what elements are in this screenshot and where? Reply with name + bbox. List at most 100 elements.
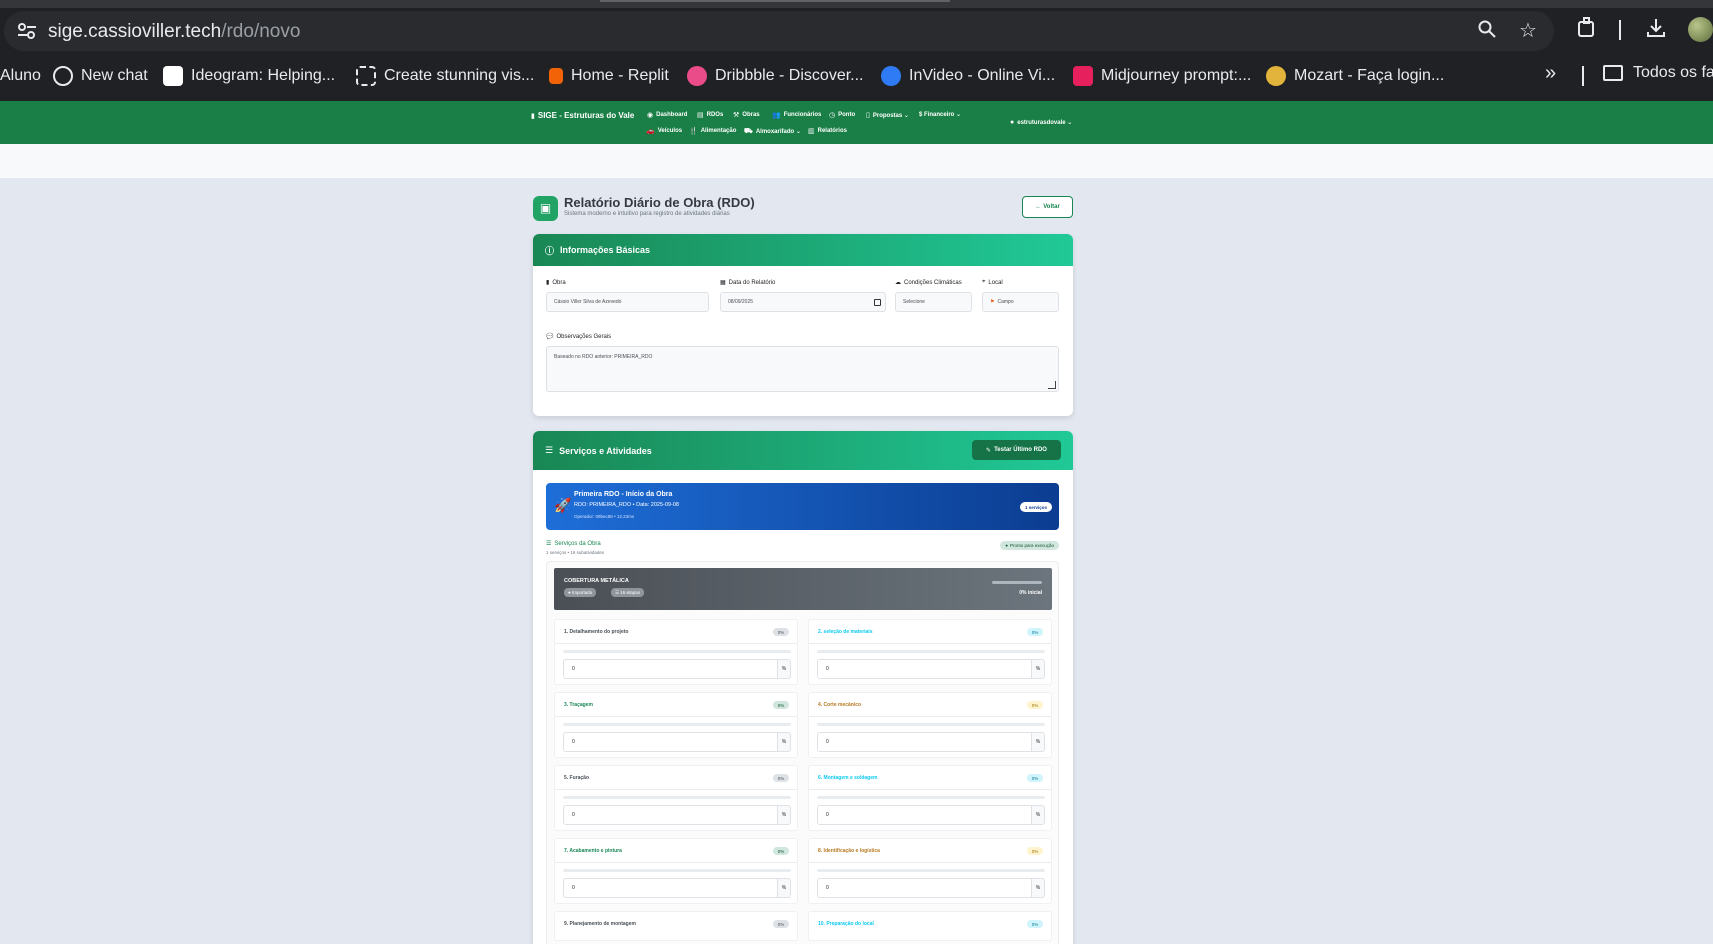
extensions-icon[interactable] xyxy=(1574,17,1600,43)
subactivity-pct-input[interactable]: 0 xyxy=(563,805,778,825)
nav-obras[interactable]: ⚒ Obras xyxy=(733,111,760,119)
obra-select[interactable]: Cássio Viller Silva de Azevedo xyxy=(546,292,709,312)
subactivity-progress-bar xyxy=(817,723,1045,726)
nav-propostas[interactable]: ▯ Propostas ⌄ xyxy=(866,111,909,119)
nav-ponto[interactable]: ◷ Ponto xyxy=(829,111,855,119)
percent-suffix: % xyxy=(777,659,791,679)
dashboard-icon: ◉ xyxy=(647,112,654,119)
tag-text: Importado xyxy=(571,590,593,595)
bookmark-invideo[interactable]: InVideo - Online Vi... xyxy=(881,64,1055,88)
service-header[interactable]: COBERTURA METÁLICA ● Importado ☰ 16 etap… xyxy=(554,568,1052,610)
pencil-icon: ✎ xyxy=(986,447,992,454)
folder-label: Todos os fav xyxy=(1633,64,1713,81)
bookmark-ideogram[interactable]: Ideogram: Helping... xyxy=(163,64,335,88)
subactivity-name: 3. Traçagem xyxy=(564,702,593,708)
divider xyxy=(809,862,1051,863)
date-input[interactable]: 08/09/2025 xyxy=(720,292,886,312)
zoom-icon[interactable] xyxy=(1475,19,1499,43)
ideogram-icon xyxy=(163,66,183,86)
bookmark-create-stunning[interactable]: Create stunning vis... xyxy=(356,64,534,88)
site-icon: ⚑ xyxy=(990,299,995,305)
clipboard-icon: ▣ xyxy=(533,196,558,221)
subactivity-card: 5. Furação 0% 0% xyxy=(554,765,798,831)
list-icon: ☰ xyxy=(545,445,554,455)
subactivity-pct-input[interactable]: 0 xyxy=(563,659,778,679)
weather-select[interactable]: Selecione xyxy=(895,292,972,312)
subactivity-card: 3. Traçagem 0% 0% xyxy=(554,692,798,758)
nav-financeiro[interactable]: $ Financeiro ⌄ xyxy=(919,111,961,118)
subactivity-name: 5. Furação xyxy=(564,775,590,781)
midjourney-icon xyxy=(1073,66,1093,86)
local-select[interactable]: ⚑ Campo xyxy=(982,292,1059,312)
nav-user-menu[interactable]: ● estruturasdovale ⌄ xyxy=(1010,119,1072,126)
divider xyxy=(809,643,1051,644)
bookmark-label: Mozart - Faça login... xyxy=(1294,67,1445,84)
nav-label: Relatórios xyxy=(817,128,847,134)
address-bar[interactable]: sige.cassioviller.tech/rdo/novo ☆ xyxy=(4,11,1554,51)
utensils-icon: 🍴 xyxy=(689,128,698,135)
nav-almoxarifado[interactable]: ⛟ Almoxarifado ⌄ xyxy=(744,127,801,136)
subactivity-pct-input[interactable]: 0 xyxy=(817,659,1032,679)
nav-veiculos[interactable]: 🚗 Veículos xyxy=(646,127,682,135)
subactivity-progress-bar xyxy=(817,650,1045,653)
back-button[interactable]: ← Voltar xyxy=(1022,196,1073,218)
invideo-icon xyxy=(881,66,901,86)
local-label: ⌖ Local xyxy=(982,279,1003,286)
button-label: Testar Último RDO xyxy=(994,447,1047,453)
site-settings-icon[interactable] xyxy=(16,21,38,41)
previous-rdo-banner: 🚀 Primeira RDO - Início da Obra RDO: PRI… xyxy=(546,483,1059,530)
nav-rdos[interactable]: ▤ RDOs xyxy=(697,111,723,119)
subactivity-pct-input[interactable]: 0 xyxy=(563,732,778,752)
subactivity-progress-bar xyxy=(817,796,1045,799)
bookmark-new-chat[interactable]: New chat xyxy=(53,64,148,88)
more-bookmarks-icon[interactable]: » xyxy=(1545,62,1556,85)
bookmark-label: New chat xyxy=(81,67,148,84)
services-list-title: ☰ Serviços da Obra xyxy=(546,540,601,548)
card-title: Serviços e Atividades xyxy=(559,445,652,456)
subactivity-pct-input[interactable]: 0 xyxy=(817,732,1032,752)
date-value: 08/09/2025 xyxy=(728,299,754,305)
test-last-rdo-button[interactable]: ✎ Testar Último RDO xyxy=(972,440,1061,460)
label-text: Data do Relatório xyxy=(728,279,776,286)
nav-alimentacao[interactable]: 🍴 Alimentação xyxy=(689,127,736,135)
subactivity-progress-bar xyxy=(563,869,791,872)
browser-chrome: sige.cassioviller.tech/rdo/novo ☆ Aluno … xyxy=(0,0,1713,101)
bookmark-label: Aluno xyxy=(0,67,41,84)
resize-handle-icon[interactable] xyxy=(1048,381,1056,389)
nav-relatorios[interactable]: ▥ Relatórios xyxy=(808,127,847,135)
dribbble-icon xyxy=(687,66,707,86)
calendar-picker-icon[interactable] xyxy=(874,299,881,306)
url-text[interactable]: sige.cassioviller.tech/rdo/novo xyxy=(48,21,300,43)
bookmark-star-icon[interactable]: ☆ xyxy=(1516,19,1540,43)
nav-label: Dashboard xyxy=(656,112,688,118)
all-bookmarks-folder[interactable]: Todos os fav xyxy=(1603,64,1713,82)
basic-info-header: ⓘ Informações Básicas xyxy=(533,234,1073,266)
rocket-icon: 🚀 xyxy=(554,497,572,513)
nav-dashboard[interactable]: ◉ Dashboard xyxy=(647,111,687,119)
comment-icon: 💬 xyxy=(546,334,554,340)
subactivity-card: 2. seleção de materiais 0% 0% xyxy=(808,619,1052,685)
bookmark-midjourney[interactable]: Midjourney prompt:... xyxy=(1073,64,1251,88)
bookmark-dribbble[interactable]: Dribbble - Discover... xyxy=(687,64,864,88)
subactivity-progress-bar xyxy=(563,650,791,653)
bookmark-replit[interactable]: Home - Replit xyxy=(549,64,669,88)
banner-title: Primeira RDO - Início da Obra xyxy=(574,491,673,498)
profile-avatar[interactable] xyxy=(1688,17,1713,42)
bookmarks-bar: Aluno New chat Ideogram: Helping... Crea… xyxy=(0,60,1713,92)
bookmark-mozart[interactable]: Mozart - Faça login... xyxy=(1266,64,1444,88)
subactivity-pct-input[interactable]: 0 xyxy=(817,878,1032,898)
nav-brand[interactable]: ▮ SIGE - Estruturas do Vale xyxy=(531,111,634,120)
obra-label: ▮ Obra xyxy=(546,279,566,287)
subactivity-pct-input[interactable]: 0 xyxy=(817,805,1032,825)
download-icon[interactable] xyxy=(1643,17,1669,43)
subactivity-card: 4. Corte mecânico 0% 0% xyxy=(808,692,1052,758)
nav-funcionarios[interactable]: 👥 Funcionários xyxy=(772,111,821,119)
subheader-strip xyxy=(0,144,1713,178)
imported-tag: ● Importado xyxy=(564,588,597,597)
back-label: Voltar xyxy=(1043,204,1060,210)
subactivity-pct-input[interactable]: 0 xyxy=(563,878,778,898)
observations-textarea[interactable]: Baseado no RDO anterior: PRIMEIRA_RDO xyxy=(546,346,1059,392)
arrow-left-icon: ← xyxy=(1035,204,1042,210)
service-progress-bar xyxy=(992,581,1042,584)
bookmark-aluno[interactable]: Aluno xyxy=(0,64,41,88)
